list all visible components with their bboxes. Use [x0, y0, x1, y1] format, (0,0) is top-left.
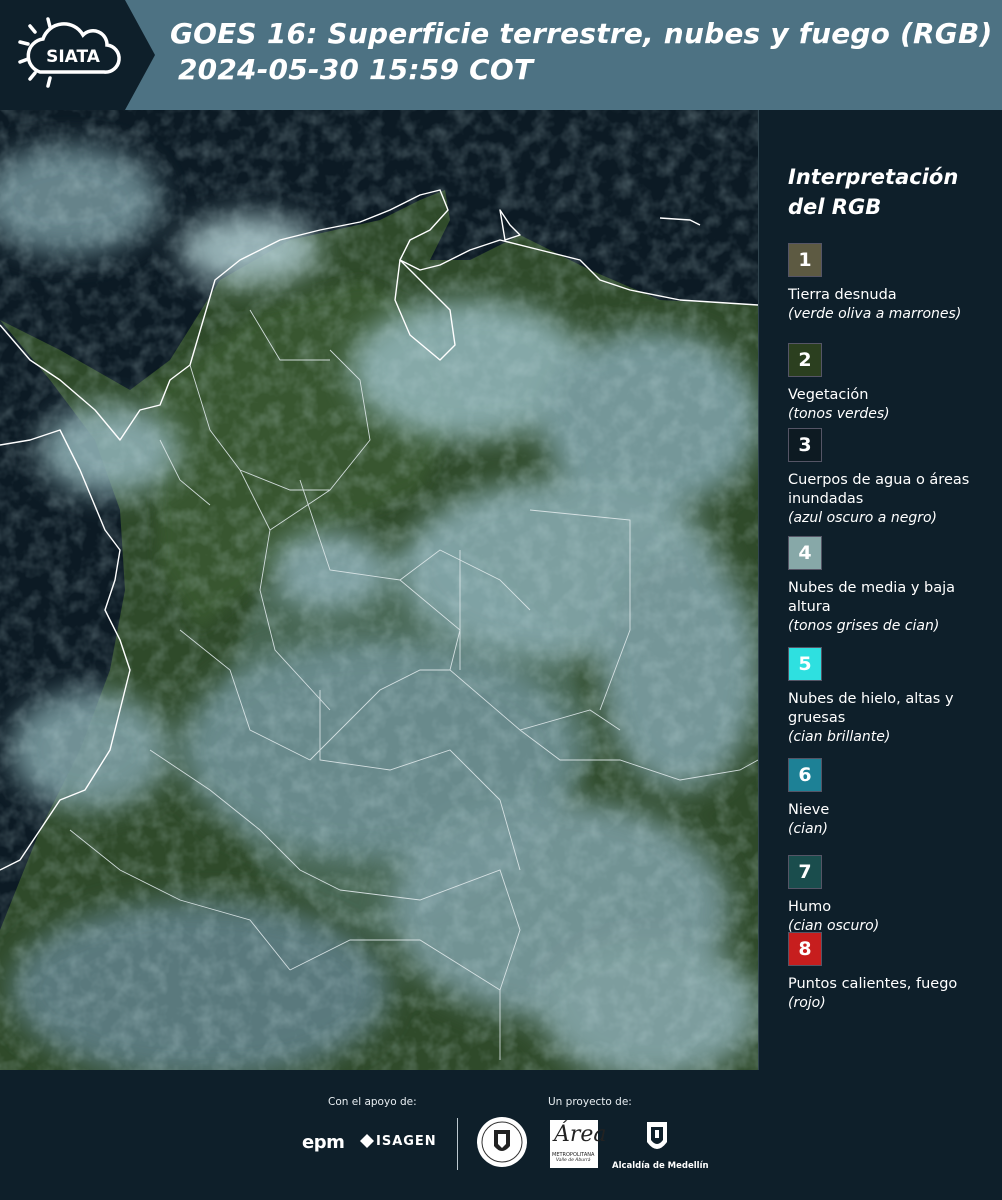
legend-item: 8 Puntos calientes, fuego (rojo) — [788, 932, 998, 1013]
title-line-1: GOES 16: Superficie terrestre, nubes y f… — [170, 17, 993, 50]
legend-swatch: 5 — [788, 647, 822, 681]
legend-swatch: 6 — [788, 758, 822, 792]
legend-item-label: Vegetación — [788, 387, 869, 403]
legend-swatch: 3 — [788, 428, 822, 462]
legend-item: 1 Tierra desnuda (verde oliva a marrones) — [788, 243, 998, 324]
legend-item-label: Tierra desnuda — [788, 287, 897, 303]
page-title: GOES 16: Superficie terrestre, nubes y f… — [170, 16, 1000, 88]
legend-swatch: 7 — [788, 855, 822, 889]
area-logo-mark: Área — [554, 1122, 607, 1147]
legend-item: 5 Nubes de hielo, altas y gruesas (cian br… — [788, 647, 998, 747]
legend-swatch: 4 — [788, 536, 822, 570]
epm-logo: epm — [302, 1132, 345, 1153]
medellin-shield-icon — [647, 1122, 667, 1149]
university-seal-icon — [477, 1117, 527, 1167]
satellite-map[interactable] — [0, 110, 759, 1070]
legend-item-note: (verde oliva a marrones) — [788, 306, 962, 322]
legend-item-note: (cian) — [788, 821, 828, 837]
legend-item-note: (tonos verdes) — [788, 406, 890, 422]
legend-item: 6 Nieve (cian) — [788, 758, 998, 839]
medellin-text: Alcaldía de Medellín — [612, 1161, 709, 1171]
legend-item-note: (cian brillante) — [788, 729, 891, 745]
siata-logo-text: SIATA — [46, 47, 101, 67]
legend-item: 4 Nubes de media y baja altura (tonos gris… — [788, 536, 998, 636]
footer: Con el apoyo de: Un proyecto de: epm ISA… — [0, 1070, 1002, 1200]
legend-item-label: Nubes de media y baja altura — [788, 580, 956, 615]
legend-swatch: 1 — [788, 243, 822, 277]
legend-panel: Interpretación del RGB 1 Tierra desnuda (v… — [760, 110, 1002, 1070]
footer-divider — [457, 1118, 458, 1170]
title-timestamp: 2024-05-30 15:59 COT — [178, 53, 534, 86]
project-label: Un proyecto de: — [548, 1096, 632, 1108]
support-label: Con el apoyo de: — [328, 1096, 417, 1108]
area-metropolitana-logo: Área METROPOLITANA Valle de Aburrá — [550, 1120, 607, 1168]
legend-item-label: Nieve — [788, 802, 830, 818]
legend-swatch: 8 — [788, 932, 822, 966]
legend-title: Interpretación del RGB — [788, 165, 959, 219]
legend-item: 3 Cuerpos de agua o áreas inundadas (azul … — [788, 428, 998, 528]
siata-logo: SIATA — [0, 0, 155, 110]
legend-item-note: (azul oscuro a negro) — [788, 510, 937, 526]
header-bar: SIATA GOES 16: Superficie terrestre, nub… — [0, 0, 1002, 110]
isagen-text: ISAGEN — [376, 1134, 437, 1149]
legend-item-label: Puntos calientes, fuego — [788, 976, 958, 992]
area-logo-line-2: Valle de Aburrá — [556, 1158, 591, 1163]
legend-item-label: Nubes de hielo, altas y gruesas — [788, 691, 954, 726]
legend-swatch: 2 — [788, 343, 822, 377]
legend-item-note: (tonos grises de cian) — [788, 618, 940, 634]
legend-item-label: Cuerpos de agua o áreas inundadas — [788, 472, 970, 507]
legend-item-note: (rojo) — [788, 995, 826, 1011]
legend-item: 7 Humo (cian oscuro) — [788, 855, 998, 936]
legend-item-label: Humo — [788, 899, 832, 915]
legend-item: 2 Vegetación (tonos verdes) — [788, 343, 998, 424]
